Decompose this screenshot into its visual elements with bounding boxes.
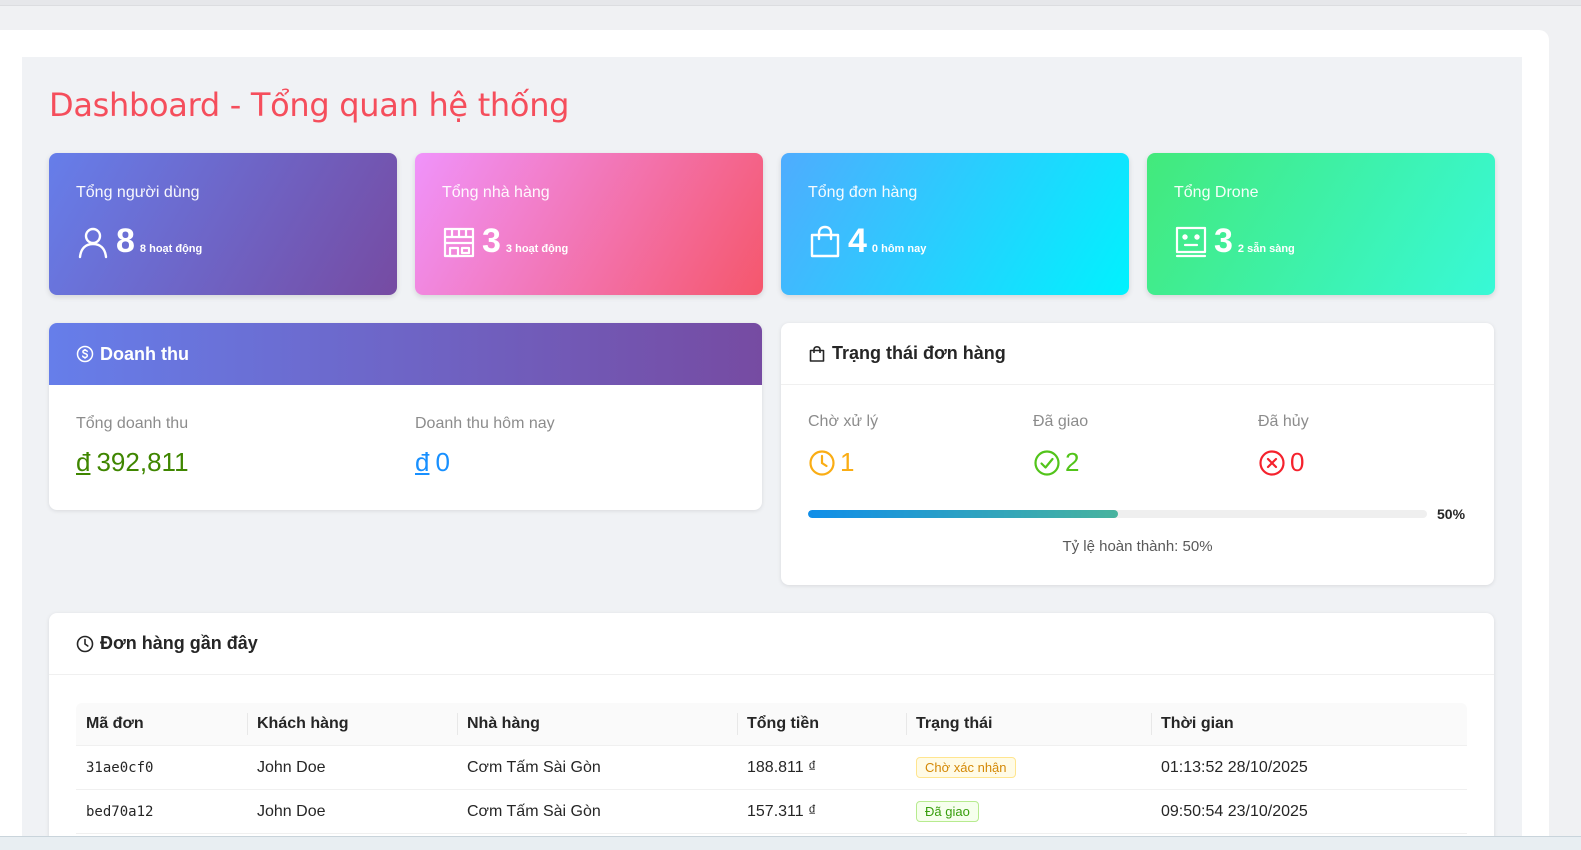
stat-label: Tổng đơn hàng	[808, 184, 918, 201]
recent-orders-table: Mã đơn Khách hàng Nhà hàng Tổng tiền Trạ…	[76, 703, 1467, 834]
pending-stat: Chờ xử lý 1	[808, 413, 878, 478]
stat-card-orders: Tổng đơn hàng 4 0 hôm nay	[781, 153, 1129, 295]
column-header-order-id[interactable]: Mã đơn	[76, 715, 247, 733]
stat-value: 3	[1214, 222, 1233, 260]
pending-value: 1	[840, 447, 855, 477]
order-id-cell: bed70a12	[86, 803, 154, 820]
recent-orders-panel: Đơn hàng gần đây Mã đơn Khách hàng Nhà h…	[49, 613, 1494, 850]
order-id-cell: 31ae0cf0	[86, 759, 154, 776]
stat-card-drones: Tổng Drone 3 2 sẵn sàng	[1147, 153, 1495, 295]
cancelled-stat: Đã hủy 0	[1258, 413, 1309, 478]
recent-orders-title: Đơn hàng gần đây	[100, 633, 258, 653]
column-header-total[interactable]: Tổng tiền	[737, 713, 906, 735]
clock-icon	[76, 635, 94, 652]
revenue-panel: Doanh thu Tổng doanh thu đ 392,811 Doanh…	[49, 323, 762, 510]
column-header-status[interactable]: Trạng thái	[906, 713, 1151, 735]
delivered-label: Đã giao	[1033, 413, 1089, 430]
column-header-time[interactable]: Thời gian	[1151, 713, 1467, 735]
cancelled-label: Đã hủy	[1258, 413, 1309, 430]
total-cell: 188.811 ₫	[747, 758, 817, 776]
stat-card-restaurants: Tổng nhà hàng 3 3 hoạt động	[415, 153, 763, 295]
cancelled-value: 0	[1290, 447, 1305, 477]
total-cell: 157.311 ₫	[747, 802, 817, 820]
completion-progress-bar	[808, 510, 1427, 518]
currency-symbol: đ	[76, 447, 91, 477]
browser-top-strip	[0, 0, 1581, 6]
completion-progress-fill	[808, 510, 1118, 518]
stat-label: Tổng nhà hàng	[442, 184, 550, 201]
stat-sub: 3 hoạt động	[505, 243, 569, 255]
shopping-bag-icon	[809, 345, 825, 362]
table-header: Mã đơn Khách hàng Nhà hàng Tổng tiền Trạ…	[76, 703, 1467, 746]
stat-value: 8	[116, 222, 135, 260]
restaurant-cell: Cơm Tấm Sài Gòn	[467, 802, 601, 820]
stat-value: 4	[848, 222, 867, 260]
order-status-panel: Trạng thái đơn hàng Chờ xử lý 1 Đã giao …	[781, 323, 1494, 585]
table-row[interactable]: bed70a12 John Doe Cơm Tấm Sài Gòn 157.31…	[76, 790, 1467, 834]
time-cell: 09:50:54 23/10/2025	[1161, 802, 1308, 820]
delivered-value: 2	[1065, 447, 1080, 477]
restaurant-cell: Cơm Tấm Sài Gòn	[467, 758, 601, 776]
clock-icon	[809, 449, 835, 476]
currency-symbol: đ	[415, 447, 430, 477]
today-revenue-value: đ 0	[415, 447, 450, 478]
today-revenue-amount: 0	[435, 447, 450, 477]
order-status-title: Trạng thái đơn hàng	[832, 343, 1006, 363]
status-cell: Đã giao	[906, 801, 1151, 822]
delivered-stat: Đã giao 2	[1033, 413, 1088, 478]
stat-label: Tổng người dùng	[76, 184, 200, 201]
check-circle-icon	[1034, 449, 1060, 476]
user-icon	[78, 227, 108, 259]
completion-progress-percent: 50%	[1437, 506, 1466, 522]
window-bottom-edge	[0, 836, 1581, 850]
status-cell: Chờ xác nhận	[906, 757, 1151, 778]
revenue-panel-title: Doanh thu	[100, 343, 189, 364]
stat-sub: 2 sẵn sàng	[1237, 243, 1295, 255]
total-revenue-label: Tổng doanh thu	[76, 415, 189, 432]
pending-label: Chờ xử lý	[808, 413, 879, 430]
customer-cell: John Doe	[257, 758, 326, 776]
status-badge: Chờ xác nhận	[916, 757, 1016, 778]
table-row[interactable]: 31ae0cf0 John Doe Cơm Tấm Sài Gòn 188.81…	[76, 746, 1467, 790]
total-revenue-amount: 392,811	[96, 447, 189, 477]
recent-orders-header: Đơn hàng gần đây	[49, 613, 1494, 675]
robot-icon	[1175, 226, 1207, 258]
order-status-header: Trạng thái đơn hàng	[781, 323, 1494, 385]
stat-card-users: Tổng người dùng 8 8 hoạt động	[49, 153, 397, 295]
customer-cell: John Doe	[257, 802, 326, 820]
time-cell: 01:13:52 28/10/2025	[1161, 758, 1308, 776]
stat-sub: 8 hoạt động	[139, 243, 203, 255]
stat-value: 3	[482, 222, 501, 260]
shopping-bag-icon	[810, 225, 840, 258]
completion-rate-text: Tỷ lệ hoàn thành: 50%	[1062, 538, 1213, 555]
column-header-customer[interactable]: Khách hàng	[247, 713, 457, 735]
page-title: Dashboard - Tổng quan hệ thống	[49, 86, 570, 124]
total-revenue-value: đ 392,811	[76, 447, 189, 478]
column-header-restaurant[interactable]: Nhà hàng	[457, 713, 737, 735]
shop-icon	[443, 227, 475, 258]
revenue-panel-header: Doanh thu	[49, 323, 762, 385]
today-revenue-label: Doanh thu hôm nay	[415, 415, 555, 432]
dollar-circle-icon	[76, 345, 94, 363]
close-circle-icon	[1259, 449, 1285, 476]
status-badge: Đã giao	[916, 801, 979, 822]
stat-sub: 0 hôm nay	[871, 243, 927, 255]
stat-label: Tổng Drone	[1174, 184, 1259, 201]
